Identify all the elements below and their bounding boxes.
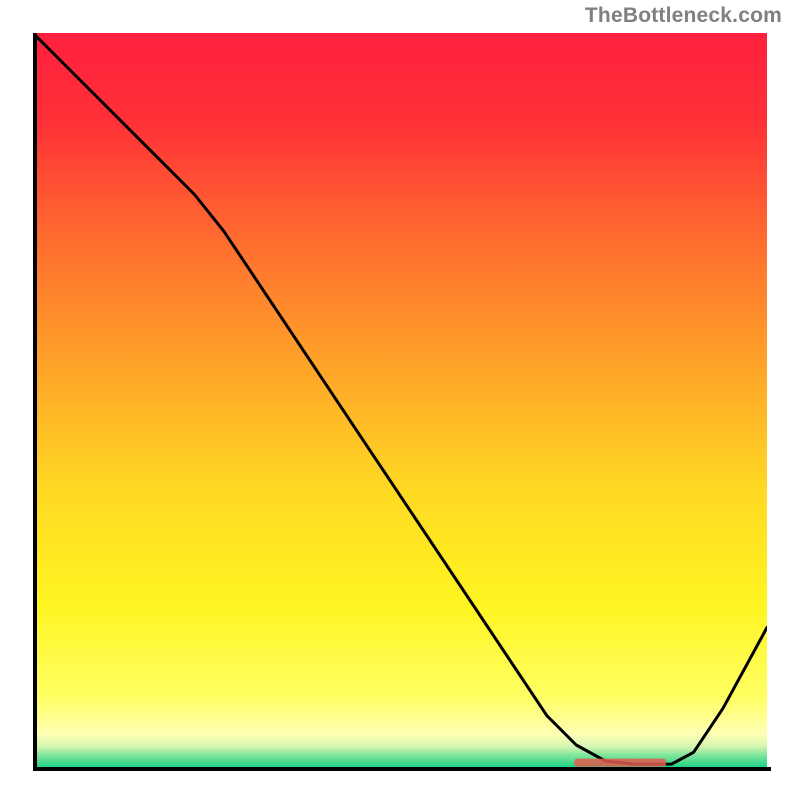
plot-area <box>33 33 767 767</box>
chart-container: TheBottleneck.com <box>0 0 800 800</box>
plot-svg <box>33 33 767 767</box>
x-axis <box>33 767 771 771</box>
chart-annotation <box>574 759 666 767</box>
watermark-text: TheBottleneck.com <box>585 4 782 28</box>
y-axis <box>33 33 37 771</box>
